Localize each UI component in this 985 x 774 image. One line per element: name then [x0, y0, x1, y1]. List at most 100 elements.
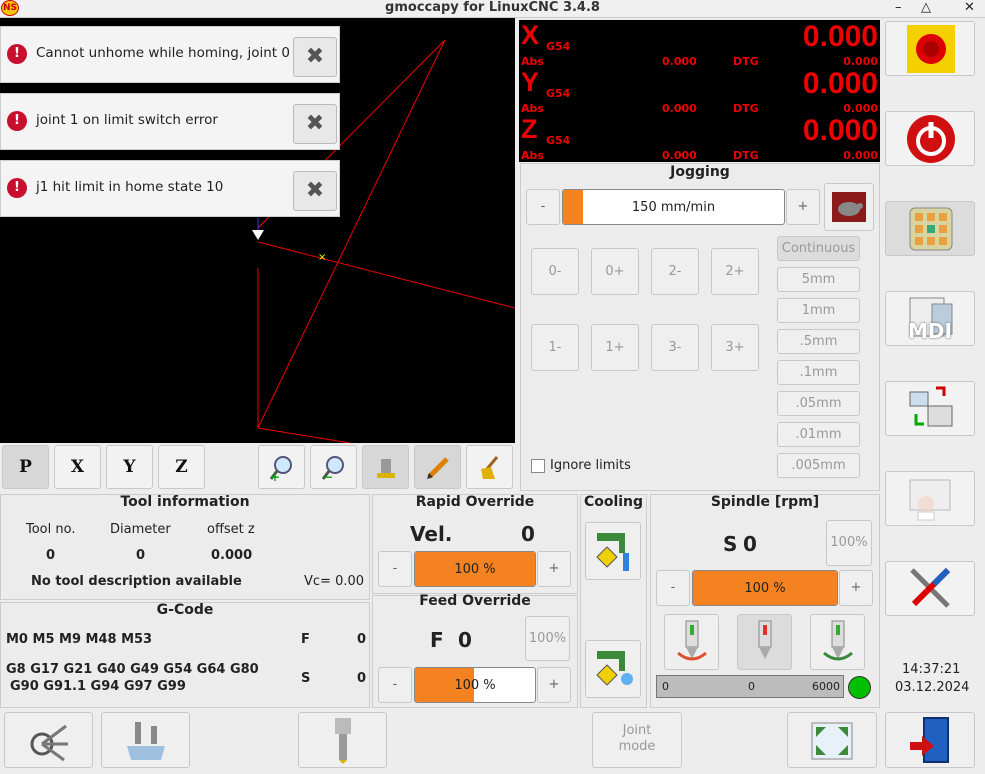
turtle-icon — [832, 192, 866, 222]
minimize-button[interactable]: – — [895, 0, 902, 16]
close-message-button[interactable]: ✖ — [293, 37, 337, 77]
spindle-plus-button[interactable]: + — [839, 570, 873, 606]
spindle-override-percent: 100 % — [744, 581, 786, 596]
message-text: Cannot unhome while homing, joint 0 — [36, 45, 290, 61]
jog-speed-plus-button[interactable]: + — [786, 189, 820, 225]
rapid-plus-button[interactable]: + — [537, 551, 571, 587]
close-window-button[interactable]: ✕ — [964, 0, 975, 16]
spindle-forward-button[interactable] — [664, 614, 719, 670]
exit-button[interactable] — [885, 712, 975, 768]
estop-button[interactable] — [885, 21, 975, 76]
coord-system-label: G54 — [546, 40, 571, 53]
power-button[interactable] — [885, 111, 975, 166]
dtg-label: DTG — [733, 55, 759, 68]
user-tabs-button[interactable] — [885, 561, 975, 616]
error-icon: ! — [7, 44, 27, 64]
spindle-override-slider[interactable]: 100 % — [692, 570, 838, 606]
mdi-mode-button[interactable]: MDI — [885, 291, 975, 346]
view-z-button[interactable]: Z — [158, 445, 205, 489]
view-perspective-button[interactable]: P — [2, 445, 49, 489]
increment-button[interactable]: .1mm — [777, 360, 860, 385]
increment-button[interactable]: .005mm — [777, 453, 860, 478]
spindle-stop-icon — [758, 620, 771, 659]
touch-off-icon — [126, 722, 165, 760]
axis-z-value: 0.000 — [802, 114, 878, 147]
feed-value: 0 — [357, 632, 367, 647]
spindle-stop-button[interactable] — [737, 614, 792, 670]
zoom-out-button[interactable]: − — [310, 445, 357, 489]
feed-reset-button[interactable]: 100% — [525, 616, 570, 661]
spindle-reverse-button[interactable] — [810, 614, 865, 670]
close-message-button[interactable]: ✖ — [293, 104, 337, 144]
feed-plus-button[interactable]: + — [537, 667, 571, 703]
spindle-speed-bar: 0 0 6000 — [656, 675, 844, 698]
touch-off-button[interactable] — [101, 712, 190, 768]
increment-button[interactable]: 1mm — [777, 298, 860, 323]
auto-mode-button[interactable] — [885, 381, 975, 436]
spindle-reset-button[interactable]: 100% — [826, 520, 872, 566]
zoom-in-button[interactable]: + — [258, 445, 305, 489]
pencil-icon — [426, 457, 449, 479]
manual-mode-button[interactable] — [885, 201, 975, 256]
rapid-override-slider[interactable]: 100 % — [414, 551, 536, 587]
spindle-minus-button[interactable]: - — [656, 570, 690, 606]
message-text: joint 1 on limit switch error — [36, 112, 218, 128]
spindle-s-value: 0 — [743, 532, 757, 556]
gcode-title: G-Code — [156, 602, 214, 618]
maximize-button[interactable]: △ — [921, 0, 931, 16]
jog-axis0-plus-button[interactable]: 0+ — [591, 248, 639, 295]
jog-axis2-plus-button[interactable]: 2+ — [711, 248, 759, 295]
increment-continuous-button[interactable]: Continuous — [777, 236, 860, 261]
message-popup: ! j1 hit limit in home state 10 ✖ — [0, 160, 340, 217]
jog-axis2-minus-button[interactable]: 2- — [651, 248, 699, 295]
error-icon: ! — [7, 111, 27, 131]
emergency-stop-icon — [907, 25, 955, 73]
message-popup: ! joint 1 on limit switch error ✖ — [0, 93, 340, 150]
rapid-minus-button[interactable]: - — [378, 551, 412, 587]
tool-description: No tool description available — [31, 574, 242, 589]
spindle-title: Spindle [rpm] — [710, 494, 820, 510]
homing-button[interactable] — [4, 712, 93, 768]
tool-info-title: Tool information — [120, 494, 250, 510]
jog-speed-mode-button[interactable] — [824, 183, 874, 231]
jog-axis3-plus-button[interactable]: 3+ — [711, 324, 759, 371]
increment-button[interactable]: .5mm — [777, 329, 860, 354]
increment-button[interactable]: .01mm — [777, 422, 860, 447]
mist-icon — [596, 651, 633, 686]
settings-person-icon — [909, 479, 951, 521]
view-y-button[interactable]: Y — [106, 445, 153, 489]
jog-axis1-plus-button[interactable]: 1+ — [591, 324, 639, 371]
feed-label: F — [301, 632, 310, 647]
settings-mode-button[interactable] — [885, 471, 975, 526]
tool-icon — [376, 459, 395, 478]
joint-mode-button[interactable]: Joint mode — [592, 712, 682, 768]
feed-minus-button[interactable]: - — [378, 667, 412, 703]
tool-change-button[interactable] — [298, 712, 387, 768]
feed-override-percent: 100 % — [454, 678, 496, 693]
fullscreen-button[interactable] — [787, 712, 877, 768]
increment-button[interactable]: .05mm — [777, 391, 860, 416]
cutting-speed: Vc= 0.00 — [304, 574, 365, 589]
feed-override-title: Feed Override — [419, 593, 531, 609]
mist-coolant-button[interactable] — [585, 640, 641, 698]
feed-override-slider[interactable]: 100 % — [414, 667, 536, 703]
edit-button[interactable] — [414, 445, 461, 489]
jog-speed-slider[interactable]: 150 mm/min — [562, 189, 785, 225]
ignore-limits-checkbox[interactable] — [531, 459, 545, 473]
increment-button[interactable]: 5mm — [777, 267, 860, 292]
coord-system-label: G54 — [546, 87, 571, 100]
jog-axis3-minus-button[interactable]: 3- — [651, 324, 699, 371]
jog-axis0-minus-button[interactable]: 0- — [531, 248, 579, 295]
zoom-in-icon: + — [269, 456, 292, 484]
clear-plot-button[interactable] — [466, 445, 513, 489]
coord-system-label: G54 — [546, 134, 571, 147]
jog-axis1-minus-button[interactable]: 1- — [531, 324, 579, 371]
tool-path-toggle-button[interactable] — [362, 445, 409, 489]
axis-y-value: 0.000 — [802, 67, 878, 100]
spindle-ccw-icon — [822, 620, 853, 661]
flood-coolant-button[interactable] — [585, 522, 641, 580]
view-x-button[interactable]: X — [54, 445, 101, 489]
axis-y-abs: 0.000 — [662, 102, 697, 115]
close-message-button[interactable]: ✖ — [293, 171, 337, 211]
jog-speed-minus-button[interactable]: - — [526, 189, 560, 225]
